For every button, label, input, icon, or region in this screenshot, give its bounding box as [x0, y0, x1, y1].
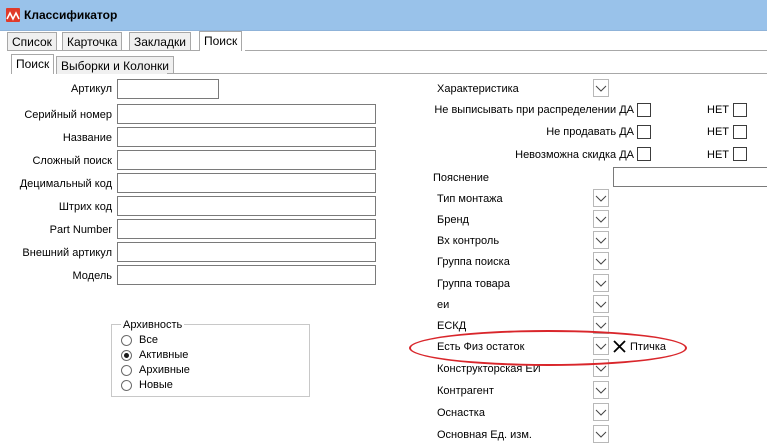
field-label: Название [62, 132, 112, 144]
dropdown-label: Оснастка [437, 407, 485, 419]
external-article-input[interactable] [117, 242, 376, 262]
field-label: Децимальный код [19, 178, 112, 190]
subtab-divider [167, 73, 767, 74]
search-group-dropdown[interactable] [593, 252, 609, 270]
flag-no-sell-no-checkbox[interactable] [733, 125, 747, 139]
subtab-search[interactable]: Поиск [11, 54, 55, 74]
flag-no-label: НЕТ [707, 126, 729, 138]
field-label: Серийный номер [24, 109, 112, 121]
radio-label: Все [139, 334, 158, 346]
tab-divider [245, 50, 767, 51]
radio-label: Архивные [139, 364, 190, 376]
brand-dropdown[interactable] [593, 210, 609, 228]
app-logo-icon [6, 8, 20, 22]
flag-no-label: НЕТ [707, 149, 729, 161]
model-input[interactable] [117, 265, 376, 285]
dropdown-label: Основная Ед. изм. [437, 429, 532, 441]
flag-label: Невозможна скидка ДА [515, 149, 634, 161]
flag-no-discount-no-checkbox[interactable] [733, 147, 747, 161]
dropdown-label: Тип монтажа [437, 193, 503, 205]
dropdown-label: еи [437, 299, 450, 311]
tab-divider [7, 50, 199, 51]
dropdown-label: Вх контроль [437, 235, 500, 247]
field-label: Модель [72, 270, 112, 282]
characteristic-dropdown[interactable] [593, 79, 609, 97]
flag-no-distribute-no-checkbox[interactable] [733, 103, 747, 117]
radio-new[interactable] [121, 380, 132, 391]
flag-label: Не продавать ДА [546, 126, 634, 138]
complex-search-input[interactable] [117, 150, 376, 170]
explanation-input[interactable] [613, 167, 767, 187]
flag-no-distribute-yes-checkbox[interactable] [637, 103, 651, 117]
incoming-control-dropdown[interactable] [593, 231, 609, 249]
field-label: Внешний артикул [22, 247, 112, 259]
decimal-code-input[interactable] [117, 173, 376, 193]
dropdown-label: Группа поиска [437, 256, 510, 268]
tab-card[interactable]: Карточка [62, 32, 123, 50]
field-label: Артикул [70, 83, 112, 95]
window-title: Классификатор [24, 8, 118, 22]
flag-no-sell-yes-checkbox[interactable] [637, 125, 651, 139]
archive-group-title: Архивность [121, 319, 185, 331]
explanation-label: Пояснение [433, 172, 490, 184]
main-unit-dropdown[interactable] [593, 425, 609, 443]
flag-label: Не выписывать при распределении ДА [434, 104, 634, 116]
mount-type-dropdown[interactable] [593, 189, 609, 207]
tab-list[interactable]: Список [7, 32, 57, 50]
annotation-label: Птичка [630, 341, 666, 353]
characteristic-label: Характеристика [437, 83, 519, 95]
field-label: Part Number [49, 224, 112, 236]
radio-label: Новые [139, 379, 173, 391]
dropdown-label: ЕСКД [437, 320, 467, 332]
tooling-dropdown[interactable] [593, 403, 609, 421]
radio-archived[interactable] [121, 365, 132, 376]
name-input[interactable] [117, 127, 376, 147]
product-group-dropdown[interactable] [593, 274, 609, 292]
radio-label: Активные [139, 349, 189, 361]
part-number-input[interactable] [117, 219, 376, 239]
counterparty-dropdown[interactable] [593, 381, 609, 399]
dropdown-label: Бренд [437, 214, 469, 226]
field-label: Штрих код [58, 201, 112, 213]
field-label: Сложный поиск [32, 155, 112, 167]
dropdown-label: Группа товара [437, 278, 511, 290]
article-input[interactable] [117, 79, 219, 99]
radio-active[interactable] [121, 350, 132, 361]
serial-number-input[interactable] [117, 104, 376, 124]
flag-no-label: НЕТ [707, 104, 729, 116]
dropdown-label: Контрагент [437, 385, 494, 397]
tab-bookmarks[interactable]: Закладки [129, 32, 191, 50]
subtab-selections-columns[interactable]: Выборки и Колонки [56, 56, 174, 74]
radio-selected-dot [124, 353, 129, 358]
unit-dropdown[interactable] [593, 295, 609, 313]
tab-search[interactable]: Поиск [199, 31, 243, 51]
radio-all[interactable] [121, 335, 132, 346]
barcode-input[interactable] [117, 196, 376, 216]
close-x-icon [613, 340, 626, 353]
flag-no-discount-yes-checkbox[interactable] [637, 147, 651, 161]
